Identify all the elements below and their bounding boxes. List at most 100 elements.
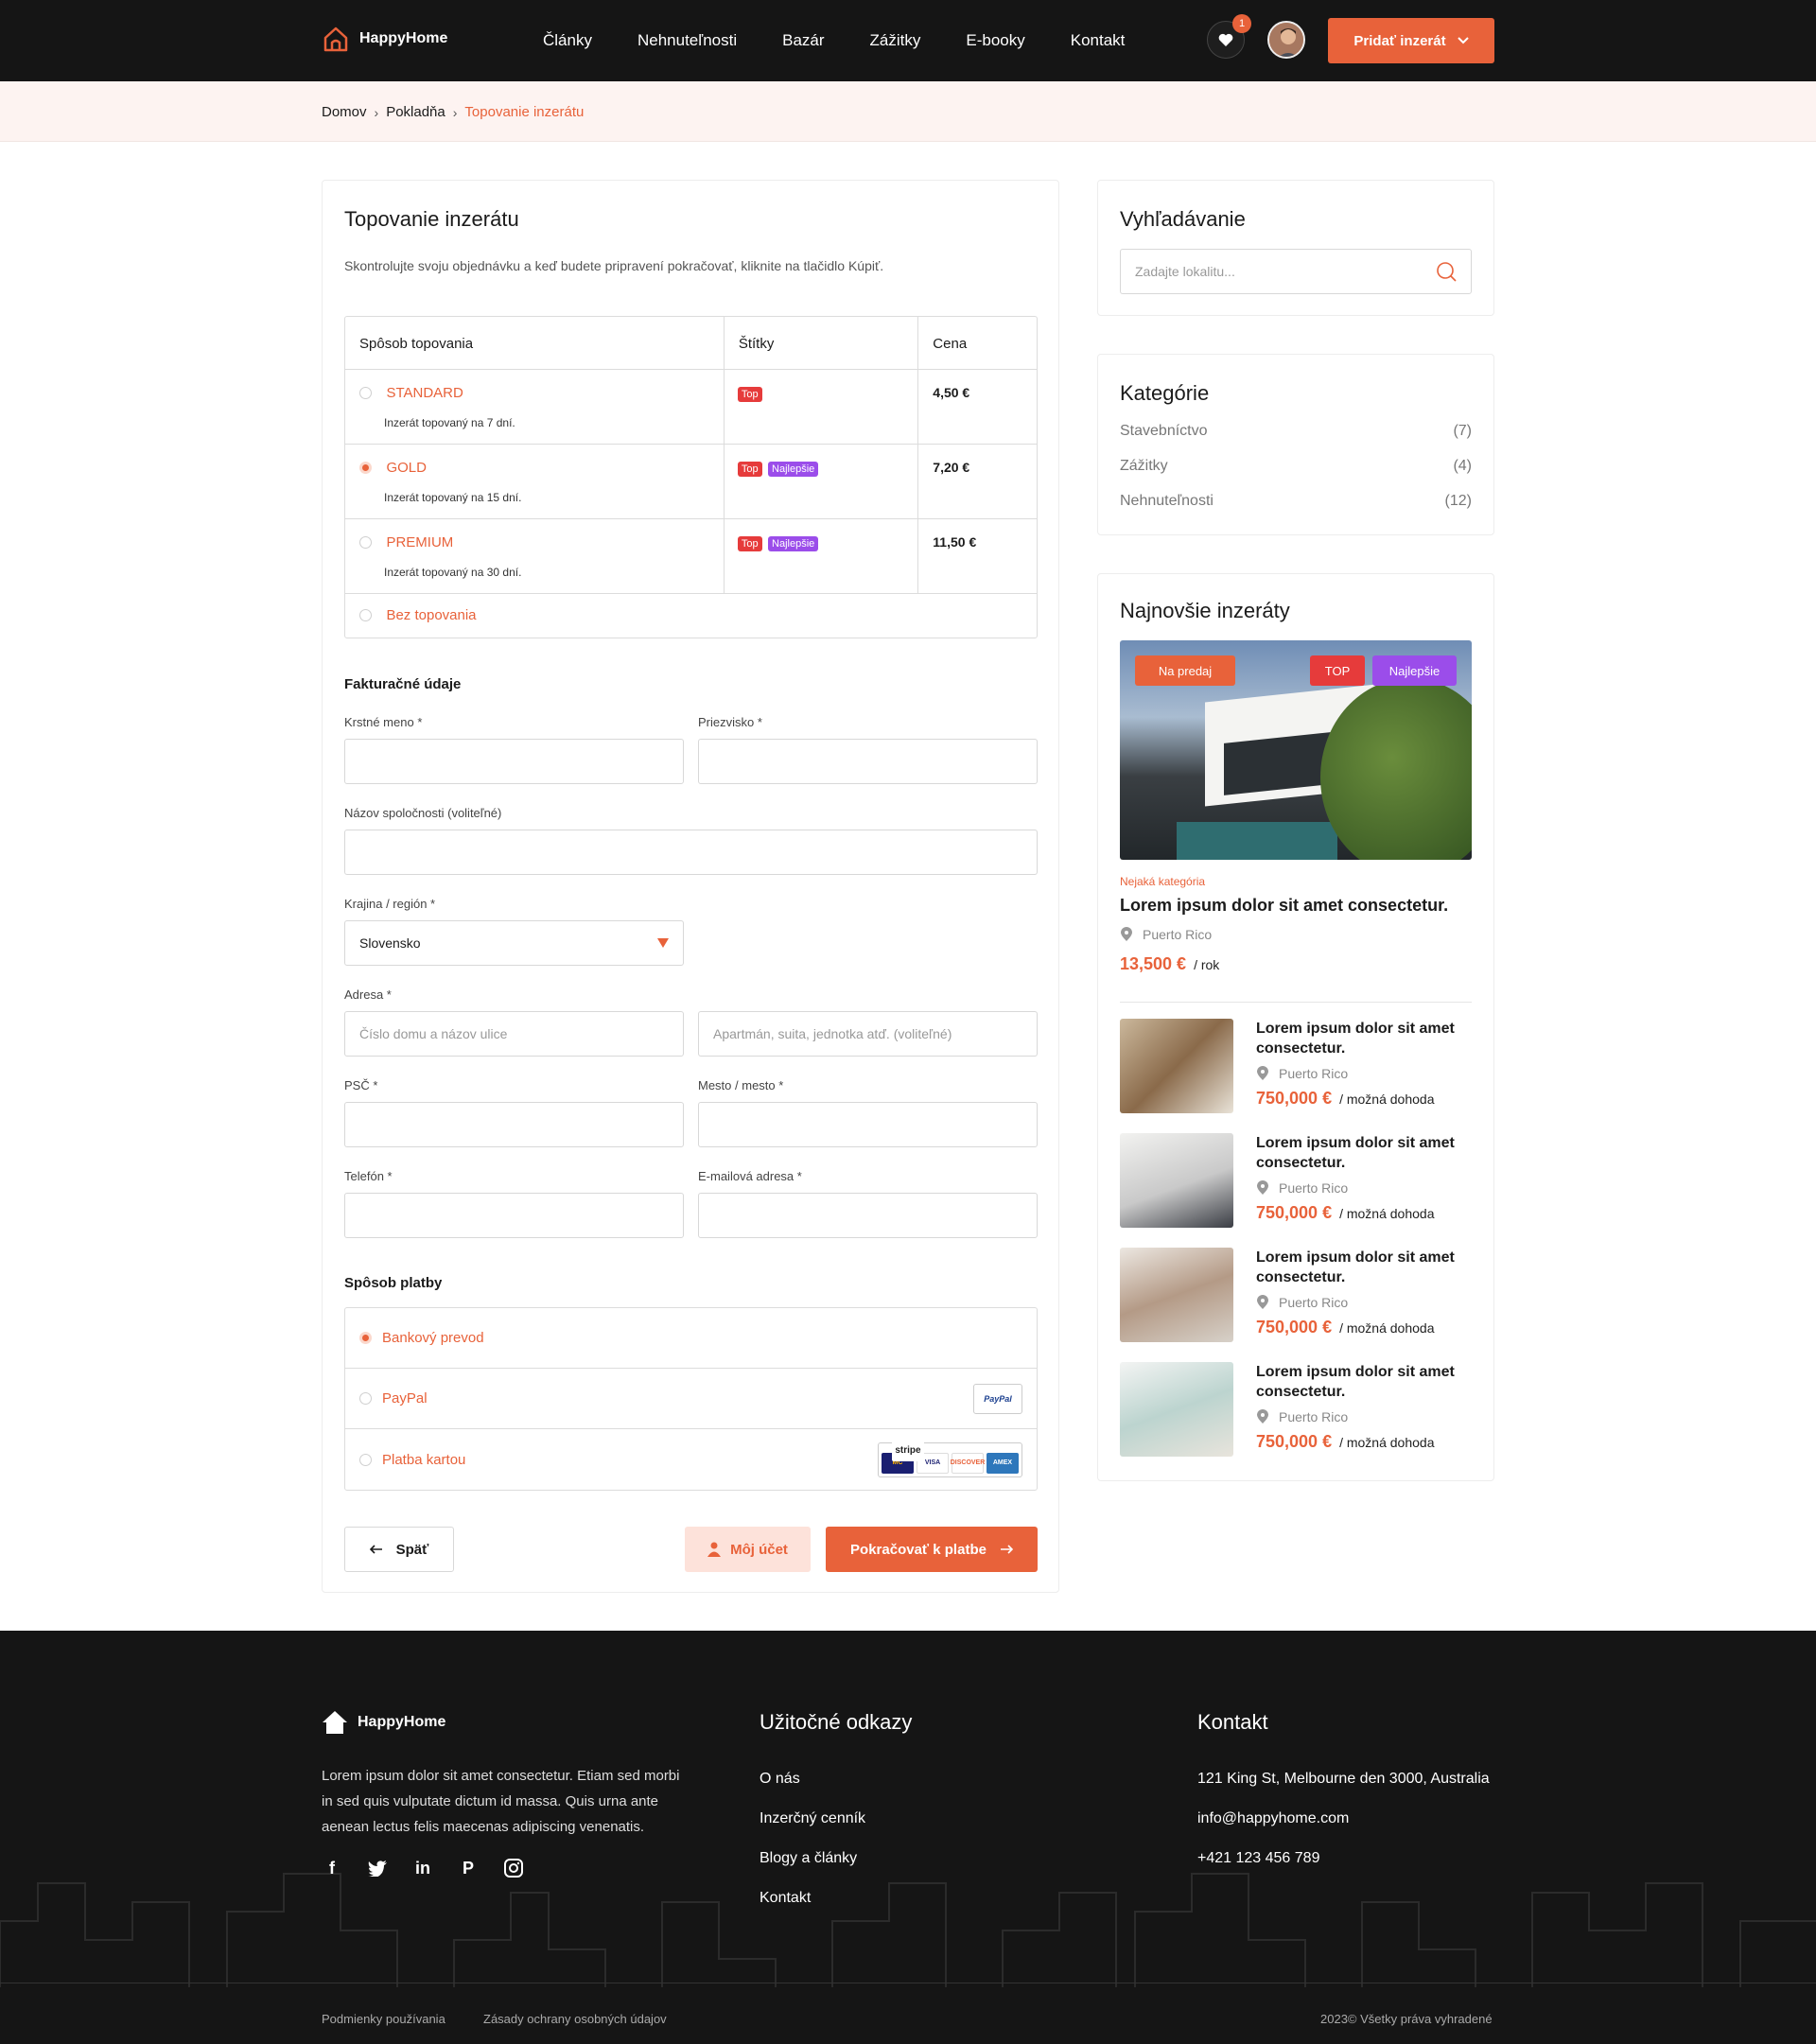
- nav-item-articles[interactable]: Články: [543, 31, 592, 50]
- option-name[interactable]: STANDARD: [386, 385, 463, 401]
- country-select[interactable]: Slovensko: [344, 920, 684, 966]
- facebook-icon[interactable]: f: [322, 1858, 342, 1878]
- listing-price-row: 750,000 € / možná dohoda: [1256, 1203, 1434, 1223]
- address-field[interactable]: Číslo domu a názov ulice: [344, 1011, 684, 1057]
- user-icon: [707, 1542, 722, 1557]
- radio-none[interactable]: [359, 609, 372, 622]
- heart-icon: [1218, 33, 1233, 46]
- payment-bank-transfer[interactable]: Bankový prevod: [345, 1308, 1037, 1369]
- category-item[interactable]: Zážitky (4): [1120, 458, 1472, 475]
- breadcrumb-home[interactable]: Domov: [322, 104, 367, 120]
- phone-field[interactable]: [344, 1193, 684, 1238]
- category-name[interactable]: Nehnuteľnosti: [1120, 493, 1214, 510]
- my-account-button[interactable]: Môj účet: [685, 1527, 811, 1572]
- table-row-premium[interactable]: PREMIUM Inzerát topovaný na 30 dní. Top …: [345, 519, 1037, 594]
- linkedin-icon[interactable]: in: [412, 1858, 433, 1878]
- privacy-link[interactable]: Zásady ochrany osobných údajov: [483, 2012, 667, 2026]
- option-name[interactable]: Bez topovania: [386, 607, 476, 623]
- option-name[interactable]: PREMIUM: [386, 534, 453, 550]
- continue-to-payment-button[interactable]: Pokračovať k platbe: [826, 1527, 1038, 1572]
- terms-link[interactable]: Podmienky používania: [322, 2012, 445, 2026]
- arrow-right-icon: [1000, 1545, 1013, 1554]
- listing-title[interactable]: Lorem ipsum dolor sit amet consectetur.: [1256, 1248, 1472, 1287]
- listing-thumbnail[interactable]: [1120, 1362, 1233, 1457]
- table-row-gold[interactable]: GOLD Inzerát topovaný na 15 dní. Top Naj…: [345, 445, 1037, 519]
- listing-thumbnail[interactable]: [1120, 1248, 1233, 1342]
- avatar[interactable]: [1267, 21, 1305, 59]
- amex-logo: AMEX: [987, 1452, 1019, 1474]
- featured-title[interactable]: Lorem ipsum dolor sit amet consectetur.: [1120, 896, 1448, 916]
- zip-field[interactable]: [344, 1102, 684, 1147]
- payment-title: Spôsob platby: [344, 1275, 443, 1291]
- footer-logo[interactable]: HappyHome: [322, 1710, 445, 1735]
- radio-bank-transfer[interactable]: [359, 1332, 372, 1344]
- table-row-standard[interactable]: STANDARD Inzerát topovaný na 7 dní. Top …: [345, 370, 1037, 445]
- category-name[interactable]: Stavebníctvo: [1120, 423, 1208, 440]
- company-field[interactable]: [344, 830, 1038, 875]
- payment-label[interactable]: PayPal: [382, 1390, 428, 1406]
- list-item[interactable]: Lorem ipsum dolor sit amet consectetur. …: [1120, 1019, 1472, 1113]
- first-name-field[interactable]: [344, 739, 684, 784]
- listing-title[interactable]: Lorem ipsum dolor sit amet consectetur.: [1256, 1133, 1472, 1173]
- featured-listing-image[interactable]: Na predaj TOP Najlepšie: [1120, 640, 1472, 860]
- footer-link-blogs[interactable]: Blogy a články: [760, 1850, 857, 1867]
- radio-standard[interactable]: [359, 387, 372, 400]
- listing-title[interactable]: Lorem ipsum dolor sit amet consectetur.: [1256, 1019, 1472, 1058]
- list-item[interactable]: Lorem ipsum dolor sit amet consectetur. …: [1120, 1248, 1472, 1342]
- radio-gold[interactable]: [359, 462, 372, 475]
- radio-paypal[interactable]: [359, 1392, 372, 1405]
- contact-phone[interactable]: +421 123 456 789: [1197, 1850, 1319, 1867]
- back-button[interactable]: Späť: [344, 1527, 454, 1572]
- listing-thumbnail[interactable]: [1120, 1133, 1233, 1228]
- city-field[interactable]: [698, 1102, 1038, 1147]
- zip-label: PSČ *: [344, 1078, 378, 1092]
- breadcrumb-checkout[interactable]: Pokladňa: [386, 104, 445, 120]
- payment-label[interactable]: Bankový prevod: [382, 1330, 484, 1346]
- email-field[interactable]: [698, 1193, 1038, 1238]
- listing-thumbnail[interactable]: [1120, 1019, 1233, 1113]
- search-input[interactable]: Zadajte lokalitu...: [1120, 249, 1472, 294]
- payment-paypal[interactable]: PayPal PayPal: [345, 1369, 1037, 1429]
- column-header-method: Spôsob topovania: [345, 317, 725, 369]
- add-listing-button[interactable]: Pridať inzerát: [1328, 18, 1494, 63]
- option-price: 4,50 €: [933, 385, 970, 400]
- radio-card[interactable]: [359, 1453, 372, 1466]
- featured-price-row: 13,500 € / rok: [1120, 954, 1219, 974]
- payment-label[interactable]: Platba kartou: [382, 1452, 465, 1468]
- payment-card[interactable]: Platba kartou stripe MC VISA DISCOVER AM…: [345, 1429, 1037, 1490]
- radio-premium[interactable]: [359, 536, 372, 550]
- address2-field[interactable]: Apartmán, suita, jednotka atď. (voliteľn…: [698, 1011, 1038, 1057]
- footer-link-about[interactable]: O nás: [760, 1771, 800, 1788]
- footer-link-contact[interactable]: Kontakt: [760, 1890, 811, 1907]
- table-row-none[interactable]: Bez topovania: [345, 594, 1037, 638]
- option-name[interactable]: GOLD: [386, 460, 427, 476]
- location-text: Puerto Rico: [1279, 1295, 1349, 1310]
- location-pin-icon: [1257, 1409, 1268, 1424]
- footer-link-pricing[interactable]: Inzerčný cenník: [760, 1810, 865, 1827]
- nav-item-real-estate[interactable]: Nehnuteľnosti: [637, 31, 737, 50]
- category-item[interactable]: Stavebníctvo (7): [1120, 423, 1472, 440]
- nav-item-experiences[interactable]: Zážitky: [870, 31, 921, 50]
- featured-category[interactable]: Nejaká kategória: [1120, 875, 1205, 888]
- nav-item-bazaar[interactable]: Bazár: [782, 31, 824, 50]
- favorites-button[interactable]: 1: [1207, 14, 1251, 59]
- search-icon[interactable]: [1436, 261, 1457, 282]
- listing-title[interactable]: Lorem ipsum dolor sit amet consectetur.: [1256, 1362, 1472, 1402]
- nav-item-contact[interactable]: Kontakt: [1071, 31, 1126, 50]
- stripe-logo: stripe: [892, 1440, 924, 1461]
- twitter-icon[interactable]: [367, 1858, 388, 1878]
- country-value: Slovensko: [359, 935, 421, 951]
- last-name-field[interactable]: [698, 739, 1038, 784]
- category-name[interactable]: Zážitky: [1120, 458, 1168, 475]
- favorites-count-badge: 1: [1232, 14, 1251, 33]
- list-item[interactable]: Lorem ipsum dolor sit amet consectetur. …: [1120, 1133, 1472, 1228]
- top-navbar: HappyHome Články Nehnuteľnosti Bazár Záž…: [0, 0, 1816, 81]
- instagram-icon[interactable]: [503, 1858, 524, 1878]
- contact-email[interactable]: info@happyhome.com: [1197, 1810, 1349, 1827]
- list-item[interactable]: Lorem ipsum dolor sit amet consectetur. …: [1120, 1362, 1472, 1457]
- contact-address: 121 King St, Melbourne den 3000, Austral…: [1197, 1771, 1490, 1787]
- nav-item-ebooks[interactable]: E-booky: [966, 31, 1024, 50]
- logo[interactable]: HappyHome: [322, 25, 447, 53]
- pinterest-icon[interactable]: P: [458, 1858, 479, 1878]
- category-item[interactable]: Nehnuteľnosti (12): [1120, 493, 1472, 510]
